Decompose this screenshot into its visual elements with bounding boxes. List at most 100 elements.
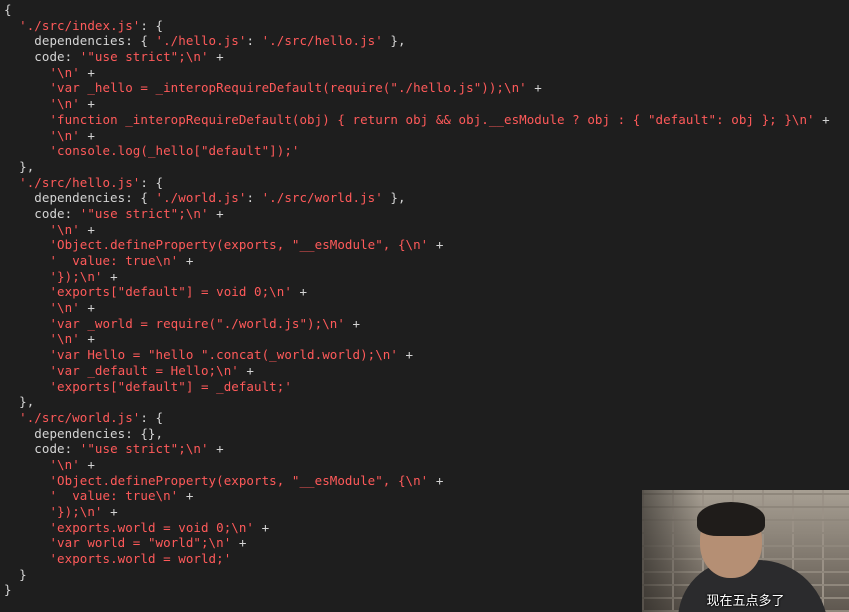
code-line: '\n' + <box>4 65 830 81</box>
string-literal: 'exports["default"] = void 0;\n' <box>49 284 292 300</box>
code-text: code: <box>4 441 80 457</box>
code-text: + <box>428 237 444 253</box>
code-line: 'exports["default"] = _default;' <box>4 379 830 395</box>
code-text: }, <box>382 33 406 49</box>
string-literal: '"use strict";\n' <box>79 205 209 221</box>
code-text: dependencies: {}, <box>4 425 164 441</box>
code-text: + <box>344 315 361 331</box>
code-text: + <box>208 205 224 221</box>
string-literal: 'var Hello = "hello ".concat(_world.worl… <box>49 347 398 363</box>
code-text: + <box>79 64 95 80</box>
code-line: '\n' + <box>4 331 830 347</box>
code-line: dependencies: {}, <box>4 426 830 442</box>
code-text: + <box>428 472 444 488</box>
code-line: 'console.log(_hello["default"]);' <box>4 143 830 159</box>
string-literal: './src/hello.js' <box>261 33 383 49</box>
code-line: 'exports["default"] = void 0;\n' + <box>4 284 830 300</box>
string-literal: 'var world = "world";\n' <box>49 535 232 551</box>
string-literal: '\n' <box>49 64 80 80</box>
string-literal: './src/hello.js' <box>19 174 141 190</box>
code-text: : { <box>140 174 164 190</box>
code-text: } <box>4 566 27 582</box>
string-literal: 'exports["default"] = _default;' <box>49 378 292 394</box>
code-text: + <box>102 268 118 284</box>
code-line: 'var _world = require("./world.js");\n' … <box>4 316 830 332</box>
string-literal: '"use strict";\n' <box>79 441 209 457</box>
string-literal: 'console.log(_hello["default"]);' <box>49 143 300 159</box>
code-line: ' value: true\n' + <box>4 253 830 269</box>
string-literal: './src/world.js' <box>19 409 141 425</box>
person-hair <box>697 502 765 536</box>
code-text: : <box>246 190 262 206</box>
code-text: { <box>4 2 12 17</box>
code-line: './src/hello.js': { <box>4 175 830 191</box>
string-literal: '});\n' <box>49 268 103 284</box>
code-line: '\n' + <box>4 96 830 112</box>
code-text: + <box>79 96 95 112</box>
code-line: '});\n' + <box>4 269 830 285</box>
string-literal: './src/index.js' <box>19 17 141 33</box>
code-line: { <box>4 2 830 18</box>
code-text: + <box>238 362 255 378</box>
string-literal: './src/world.js' <box>261 190 383 206</box>
string-literal: 'var _world = require("./world.js");\n' <box>49 315 345 331</box>
code-line: './src/world.js': { <box>4 410 830 426</box>
string-literal: 'var _default = Hello;\n' <box>49 362 239 378</box>
code-text: + <box>79 127 95 143</box>
code-line: 'function _interopRequireDefault(obj) { … <box>4 112 830 128</box>
code-text: + <box>178 488 194 504</box>
code-text: + <box>102 504 118 519</box>
string-literal: 'Object.defineProperty(exports, "__esMod… <box>49 472 429 488</box>
string-literal: '\n' <box>49 300 80 316</box>
code-line: '\n' + <box>4 457 830 473</box>
string-literal: '\n' <box>49 331 80 347</box>
code-line: code: '"use strict";\n' + <box>4 441 830 457</box>
code-line: dependencies: { './hello.js': './src/hel… <box>4 33 830 49</box>
code-text: }, <box>4 394 35 410</box>
code-text: dependencies: { <box>4 190 156 206</box>
code-text: dependencies: { <box>4 33 156 49</box>
code-text: code: <box>4 205 80 221</box>
code-line: }, <box>4 394 830 410</box>
code-text: + <box>178 253 194 268</box>
code-text: : { <box>140 17 164 33</box>
code-text: + <box>79 331 95 347</box>
string-literal: './hello.js' <box>155 33 247 49</box>
video-thumbnail[interactable]: 现在五点多了 <box>642 490 849 612</box>
code-line: 'Object.defineProperty(exports, "__esMod… <box>4 237 830 253</box>
code-line: './src/index.js': { <box>4 18 830 34</box>
code-screenshot: { './src/index.js': { dependencies: { '.… <box>0 0 849 612</box>
code-text: + <box>208 441 224 457</box>
code-text: } <box>4 582 12 598</box>
code-line: '\n' + <box>4 222 830 238</box>
code-text: }, <box>382 190 406 206</box>
code-text: + <box>208 49 224 65</box>
string-literal: 'function _interopRequireDefault(obj) { … <box>49 111 815 127</box>
string-literal: '\n' <box>49 221 80 237</box>
string-literal: ' value: true\n' <box>49 253 179 268</box>
string-literal: 'var _hello = _interopRequireDefault(req… <box>49 80 527 96</box>
code-text: + <box>79 300 95 316</box>
code-text: : { <box>140 409 164 425</box>
string-literal: '});\n' <box>49 504 103 519</box>
code-text: + <box>397 347 414 363</box>
